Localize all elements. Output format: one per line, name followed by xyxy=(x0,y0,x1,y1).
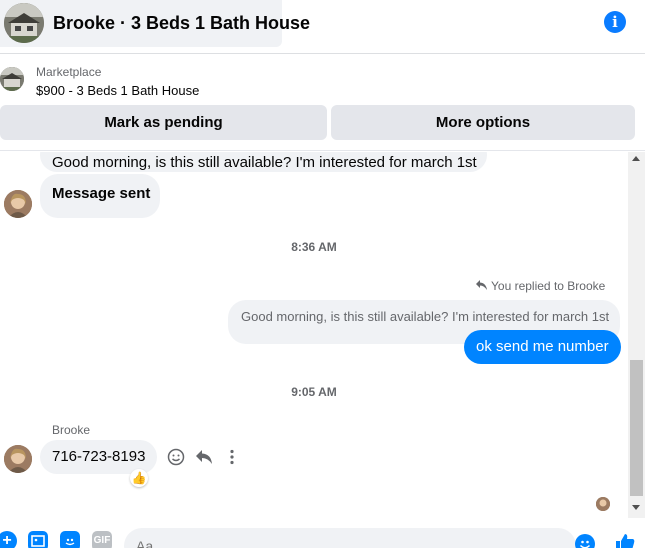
seen-by-avatar xyxy=(596,497,610,511)
brooke-avatar[interactable] xyxy=(4,190,32,218)
replied-label: You replied to Brooke xyxy=(491,279,606,293)
thread-scrollbar[interactable] xyxy=(628,152,645,518)
react-icon[interactable] xyxy=(167,448,185,466)
message-input[interactable] xyxy=(124,528,576,548)
marketplace-listing-bar: Marketplace $900 - 3 Beds 1 Bath House M… xyxy=(0,55,645,151)
sticker-icon[interactable] xyxy=(60,531,80,548)
outgoing-message-bubble[interactable]: ok send me number xyxy=(464,330,621,364)
mark-as-pending-button[interactable]: Mark as pending xyxy=(0,105,327,140)
gif-icon[interactable]: GIF xyxy=(92,531,112,548)
message-composer: + GIF xyxy=(0,518,645,548)
reply-icon[interactable] xyxy=(195,448,213,466)
plus-icon[interactable]: + xyxy=(0,531,17,548)
photo-icon[interactable] xyxy=(28,531,48,548)
more-actions-icon[interactable] xyxy=(223,448,241,466)
replied-indicator: You replied to Brooke xyxy=(476,279,605,293)
message-thread[interactable]: Good morning, is this still available? I… xyxy=(0,152,628,518)
timestamp: 9:05 AM xyxy=(291,385,337,399)
listing-thumbnail[interactable] xyxy=(0,67,24,91)
message-sent-bubble[interactable]: Message sent xyxy=(40,174,160,218)
marketplace-label: Marketplace xyxy=(36,65,102,79)
timestamp: 8:36 AM xyxy=(291,240,337,254)
thumbs-up-send-icon[interactable] xyxy=(614,531,636,548)
listing-avatar[interactable] xyxy=(4,3,44,43)
listing-title-price[interactable]: $900 - 3 Beds 1 Bath House xyxy=(36,83,199,98)
emoji-icon[interactable] xyxy=(575,534,595,548)
conversation-title: Brooke · 3 Beds 1 Bath House xyxy=(53,13,311,33)
previous-message-bubble[interactable]: Good morning, is this still available? I… xyxy=(40,152,487,172)
brooke-avatar[interactable] xyxy=(4,445,32,473)
conversation-title-pill[interactable]: Brooke · 3 Beds 1 Bath House xyxy=(0,0,310,47)
conversation-header: Brooke · 3 Beds 1 Bath House i xyxy=(0,0,645,54)
info-icon[interactable]: i xyxy=(604,11,626,33)
scroll-down-arrow-icon[interactable] xyxy=(632,505,640,510)
scroll-up-arrow-icon[interactable] xyxy=(632,156,640,161)
scrollbar-thumb[interactable] xyxy=(630,360,643,496)
reply-icon xyxy=(476,279,487,293)
sender-name: Brooke xyxy=(52,423,91,437)
thumbs-up-reaction[interactable]: 👍 xyxy=(130,469,148,487)
more-options-button[interactable]: More options xyxy=(331,105,635,140)
